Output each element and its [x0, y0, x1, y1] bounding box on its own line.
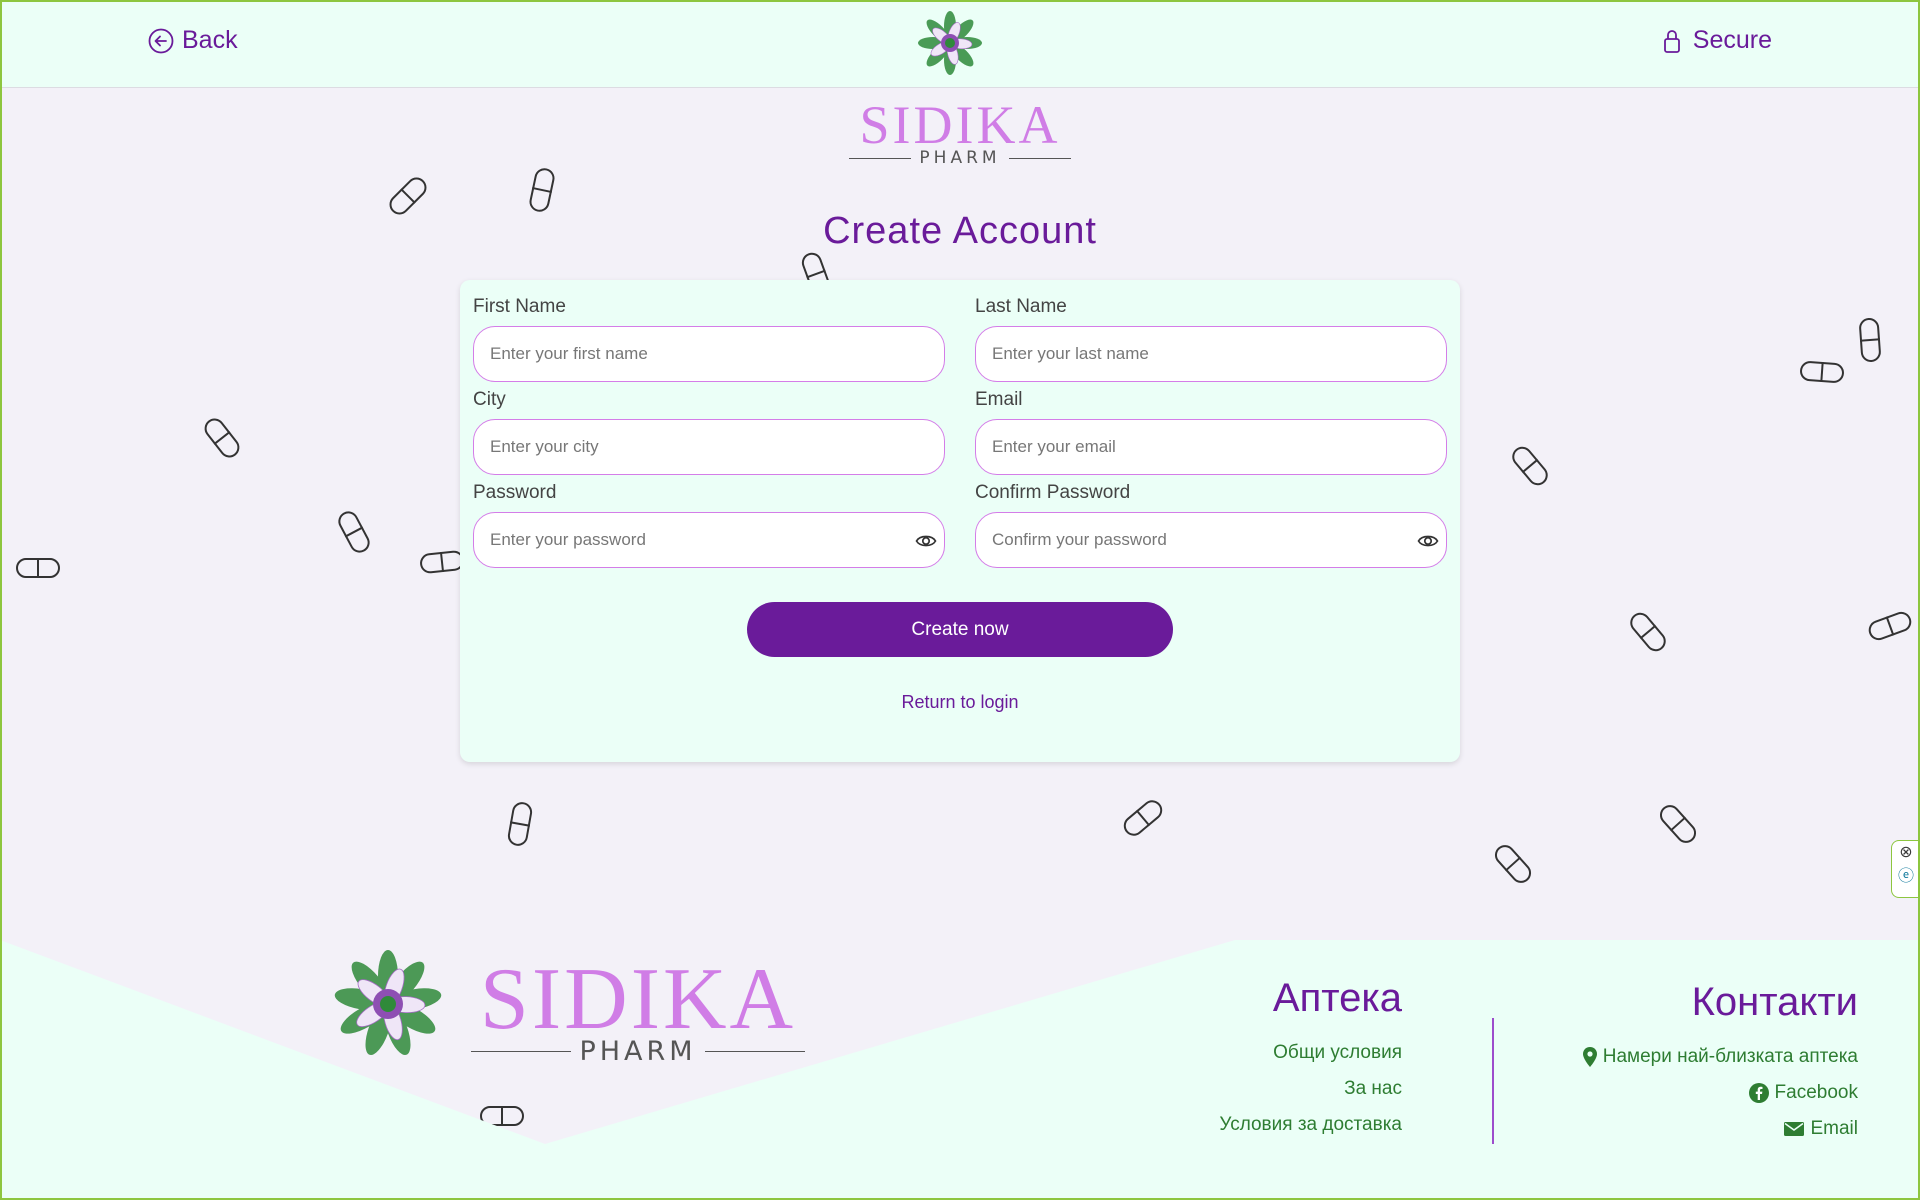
- location-pin-icon: [1582, 1047, 1597, 1067]
- find-pharmacy-label: Намери най-близката аптека: [1602, 1046, 1858, 1067]
- confirm-password-label: Confirm Password: [975, 482, 1131, 503]
- lock-icon: [1663, 29, 1680, 53]
- footer-brand-name: SIDIKA: [479, 951, 797, 1048]
- brand-name: SIDIKA: [859, 95, 1061, 155]
- back-button[interactable]: Back: [148, 26, 238, 55]
- pill-icon: [1858, 317, 1882, 363]
- password-input[interactable]: [473, 512, 945, 568]
- find-pharmacy-link[interactable]: Намери най-близката аптека: [1582, 1039, 1858, 1075]
- email-label: Email: [1810, 1118, 1858, 1139]
- pill-icon: [1626, 608, 1670, 656]
- city-label: City: [473, 389, 506, 410]
- email-input[interactable]: [975, 419, 1447, 475]
- last-name-input[interactable]: [975, 326, 1447, 382]
- secure-indicator: Secure: [1663, 26, 1772, 55]
- email-link[interactable]: Email: [1583, 1111, 1858, 1147]
- confirm-password-input[interactable]: [975, 512, 1447, 568]
- terms-link[interactable]: Общи условия: [1219, 1035, 1402, 1071]
- logo-line: [471, 1051, 572, 1052]
- brand-logo: SIDIKA PHARM: [846, 98, 1074, 167]
- confirm-password-field: Confirm Password: [975, 482, 1447, 568]
- first-name-input[interactable]: [473, 326, 945, 382]
- footer-pharmacy-column: Аптека Общи условия За нас Условия за до…: [1219, 976, 1402, 1143]
- facebook-label: Facebook: [1774, 1082, 1858, 1103]
- pill-icon: [419, 549, 465, 575]
- brand-sub-text: PHARM: [919, 148, 1001, 168]
- page-title: Create Account: [823, 210, 1097, 252]
- first-name-field: First Name: [473, 296, 945, 382]
- password-field: Password: [473, 482, 945, 568]
- pill-icon: [16, 558, 60, 578]
- email-label: Email: [975, 389, 1023, 410]
- pill-icon: [200, 414, 244, 462]
- pill-icon: [1119, 796, 1167, 840]
- back-label: Back: [182, 26, 238, 54]
- signup-card: First Name Last Name City Email Password…: [460, 280, 1460, 762]
- about-link[interactable]: За нас: [1219, 1071, 1402, 1107]
- side-widget: ⊗ ⓔ: [1891, 840, 1920, 898]
- create-account-button[interactable]: Create now: [747, 602, 1173, 657]
- eye-icon[interactable]: [915, 530, 937, 552]
- email-field: Email: [975, 389, 1447, 475]
- facebook-link[interactable]: Facebook: [1583, 1075, 1858, 1111]
- first-name-label: First Name: [473, 296, 566, 317]
- pill-icon: [1799, 360, 1845, 384]
- flower-logo-icon: [918, 11, 982, 75]
- pill-icon: [1490, 840, 1536, 888]
- delivery-terms-link[interactable]: Условия за доставка: [1219, 1107, 1402, 1143]
- pill-icon: [527, 166, 557, 214]
- password-label: Password: [473, 482, 557, 503]
- widget-e-icon[interactable]: ⓔ: [1892, 865, 1920, 889]
- pill-icon: [1508, 442, 1552, 490]
- pill-icon: [1655, 800, 1701, 848]
- contacts-heading: Контакти: [1691, 980, 1858, 1024]
- pill-icon: [506, 800, 534, 848]
- footer-divider: [1492, 1018, 1494, 1144]
- return-to-login-link[interactable]: Return to login: [460, 692, 1460, 713]
- eye-icon[interactable]: [1417, 530, 1439, 552]
- logo-line: [1008, 158, 1071, 159]
- pharmacy-heading: Аптека: [1272, 976, 1402, 1020]
- arrow-left-circle-icon: [148, 28, 174, 53]
- city-input[interactable]: [473, 419, 945, 475]
- pill-icon: [334, 507, 374, 557]
- facebook-icon: [1748, 1083, 1769, 1103]
- last-name-field: Last Name: [975, 296, 1447, 382]
- close-widget-icon[interactable]: ⊗: [1892, 841, 1920, 865]
- top-bar: Back Secure: [0, 0, 1920, 88]
- pill-icon: [1865, 609, 1915, 643]
- logo-line: [704, 1051, 805, 1052]
- logo-line: [849, 158, 912, 159]
- last-name-label: Last Name: [975, 296, 1067, 317]
- footer-brand-logo: SIDIKA PHARM: [452, 956, 824, 1065]
- footer-brand-sub-text: PHARM: [579, 1036, 697, 1067]
- footer-contacts-column: Контакти Намери най-близката аптека Face…: [1582, 980, 1858, 1147]
- secure-label: Secure: [1692, 26, 1772, 54]
- flower-logo-icon: [334, 950, 442, 1055]
- city-field: City: [473, 389, 945, 475]
- envelope-icon: [1784, 1122, 1805, 1136]
